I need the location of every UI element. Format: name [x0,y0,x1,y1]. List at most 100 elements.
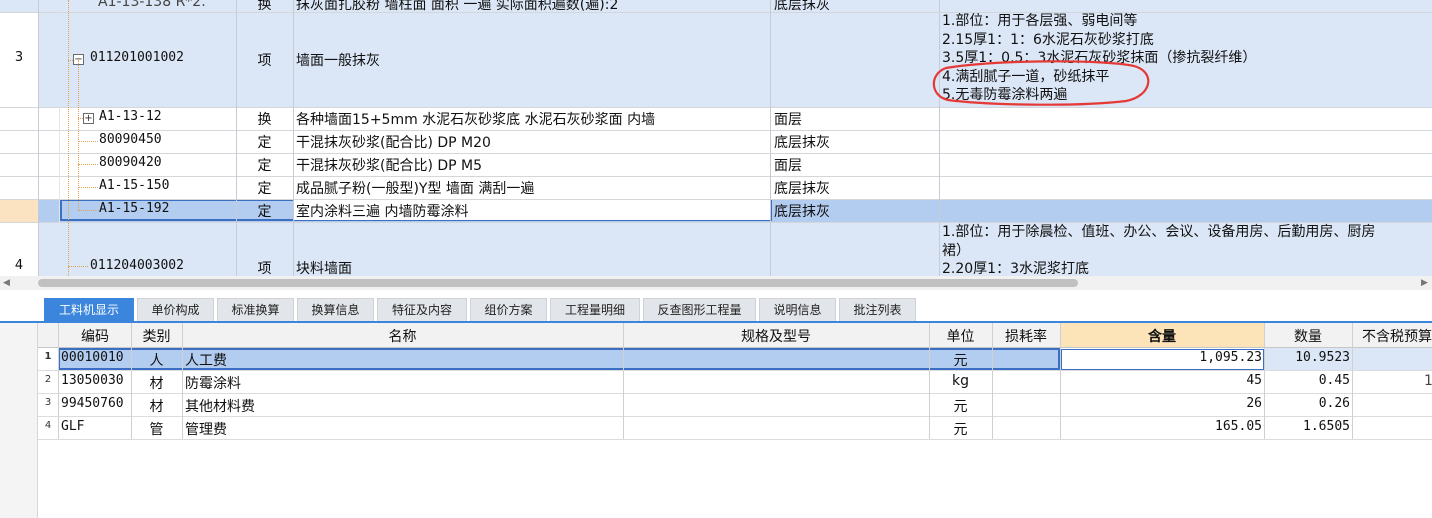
resource-name: 其他材料费 [185,399,255,415]
table-row-item-4[interactable]: 4 011204003002 项 块料墙面 1.部位：用于除晨检、值班、办公、会… [0,222,1432,276]
row-number: 3 [44,397,52,408]
row-part: 底层抹灰 [774,204,830,220]
resource-name: 人工费 [185,353,227,369]
table-row-item-3[interactable]: 3 − 011201001002 项 墙面一般抹灰 1.部位：用于各层强、弱电间… [0,12,1432,107]
left-gutter [0,323,38,518]
resource-code: 99450760 [61,396,124,411]
table-row-sub[interactable]: + A1-13-12 换 各种墙面15+5mm 水泥石灰砂浆底 水泥石灰砂浆面 … [0,107,1432,130]
feature-line: 2.20厚1：3水泥浆打底 [942,261,1089,276]
row-name: 墙面一般抹灰 [296,53,380,69]
horizontal-scrollbar[interactable]: ◀ ▶ [0,276,1432,290]
col-header-price[interactable]: 不含税预算 [1352,326,1432,346]
resource-code: GLF [61,419,85,434]
item-features: 1.部位：用于除晨检、值班、办公、会议、设备用房、后勤用房、厨房 裙） 2.20… [942,223,1432,276]
row-code: A1-13-138 R*2. [98,0,206,10]
detail-tab-bar: 工料机显示 单价构成 标准换算 换算信息 特征及内容 组价方案 工程量明细 反查… [0,290,1432,323]
tab-pricing-scheme[interactable]: 组价方案 [470,298,547,321]
resource-category: 管 [149,422,164,438]
tab-features-content[interactable]: 特征及内容 [377,298,467,321]
tab-annotations[interactable]: 批注列表 [839,298,916,321]
resource-unit: 元 [953,353,968,369]
table-row-sub[interactable]: 80090450 定 干混抹灰砂浆(配合比) DP M20 底层抹灰 [0,130,1432,153]
col-header-content[interactable]: 含量 [1060,326,1264,346]
row-code: 011201001002 [90,50,184,65]
col-header-code[interactable]: 编码 [59,326,131,346]
resource-category: 材 [149,399,164,415]
table-row-partial[interactable]: A1-13-138 R*2. 换 抹灰面扎胶粉 墙柱面 面积 一遍 实际面积遍数… [0,0,1432,13]
row-code: A1-15-192 [99,201,170,216]
row-name: 室内涂料三遍 内墙防霉涂料 [296,204,469,220]
resource-grid: 编码 类别 名称 规格及型号 单位 损耗率 含量 数量 不含税预算 1 0001… [0,323,1432,518]
tab-labor-material-machine[interactable]: 工料机显示 [44,298,134,321]
tab-unit-price[interactable]: 单价构成 [137,298,214,321]
price-clipped: 1 [1424,373,1432,389]
table-row-sub[interactable]: A1-15-150 定 成品腻子粉(一般型)Y型 墙面 满刮一遍 底层抹灰 [0,176,1432,199]
feature-line: 裙） [942,242,970,259]
row-index: 4 [14,258,24,273]
resource-content[interactable]: 165.05 [1060,419,1262,434]
row-part: 底层抹灰 [774,181,830,197]
scroll-left-icon[interactable]: ◀ [3,278,10,288]
tab-quantity-detail[interactable]: 工程量明细 [550,298,640,321]
resource-content[interactable]: 1,095.23 [1060,350,1262,365]
row-type: 定 [257,181,272,197]
tab-standard-conversion[interactable]: 标准换算 [217,298,294,321]
scroll-right-icon[interactable]: ▶ [1421,278,1428,288]
col-header-name[interactable]: 名称 [182,326,623,346]
row-part: 面层 [774,112,802,128]
feature-line: 1.部位：用于各层强、弱电间等 [942,13,1138,29]
row-name: 块料墙面 [296,261,352,276]
row-part: 面层 [774,158,802,174]
row-part: 底层抹灰 [774,135,830,151]
resource-code: 00010010 [61,350,124,365]
row-index: 3 [14,50,24,65]
row-code: 80090420 [99,155,162,170]
row-code: A1-13-12 [99,109,162,124]
resource-qty: 0.26 [1318,396,1350,411]
annotation-circle [932,60,1150,106]
row-number: 2 [44,374,52,385]
resource-qty: 10.9523 [1295,350,1350,365]
row-code: A1-15-150 [99,178,170,193]
upper-bill-grid: A1-13-138 R*2. 换 抹灰面扎胶粉 墙柱面 面积 一遍 实际面积遍数… [0,0,1432,276]
col-header-loss[interactable]: 损耗率 [992,326,1060,346]
scrollbar-thumb[interactable] [38,279,1078,287]
resource-name: 防霉涂料 [185,376,241,392]
resource-content[interactable]: 45 [1060,373,1262,388]
resource-qty: 0.45 [1318,373,1350,388]
row-code: 80090450 [99,132,162,147]
row-name: 干混抹灰砂浆(配合比) DP M20 [296,135,491,151]
resource-qty: 1.6505 [1303,419,1350,434]
resource-unit: kg [952,373,969,389]
table-row-sub[interactable]: 80090420 定 干混抹灰砂浆(配合比) DP M5 面层 [0,153,1432,176]
resource-code: 13050030 [61,373,124,388]
row-type: 定 [257,204,272,220]
row-name: 成品腻子粉(一般型)Y型 墙面 满刮一遍 [296,181,535,197]
col-header-qty[interactable]: 数量 [1264,326,1352,346]
row-type: 项 [257,261,272,276]
col-header-spec[interactable]: 规格及型号 [623,326,929,346]
resource-name: 管理费 [185,422,227,438]
tab-graphic-quantity[interactable]: 反查图形工程量 [643,298,756,321]
row-name: 干混抹灰砂浆(配合比) DP M5 [296,158,483,174]
row-type: 定 [257,158,272,174]
resource-category: 人 [149,353,164,369]
resource-unit: 元 [953,422,968,438]
expand-toggle-icon[interactable]: + [83,113,94,124]
table-row-selected[interactable]: A1-15-192 定 室内涂料三遍 内墙防霉涂料 底层抹灰 [0,199,1432,222]
row-type: 定 [257,135,272,151]
row-number: 4 [44,420,52,431]
tab-description[interactable]: 说明信息 [759,298,836,321]
row-name: 各种墙面15+5mm 水泥石灰砂浆底 水泥石灰砂浆面 内墙 [296,112,656,128]
row-code: 011204003002 [90,258,184,273]
resource-unit: 元 [953,399,968,415]
col-header-unit[interactable]: 单位 [929,326,992,346]
row-type: 换 [257,112,272,128]
tab-conversion-info[interactable]: 换算信息 [297,298,374,321]
resource-content[interactable]: 26 [1060,396,1262,411]
feature-line: 1.部位：用于除晨检、值班、办公、会议、设备用房、后勤用房、厨房 [942,224,1376,240]
col-header-category[interactable]: 类别 [131,326,182,346]
resource-category: 材 [149,376,164,392]
feature-line: 2.15厚1：1：6水泥石灰砂浆打底 [942,31,1154,48]
row-number: 1 [44,351,52,362]
